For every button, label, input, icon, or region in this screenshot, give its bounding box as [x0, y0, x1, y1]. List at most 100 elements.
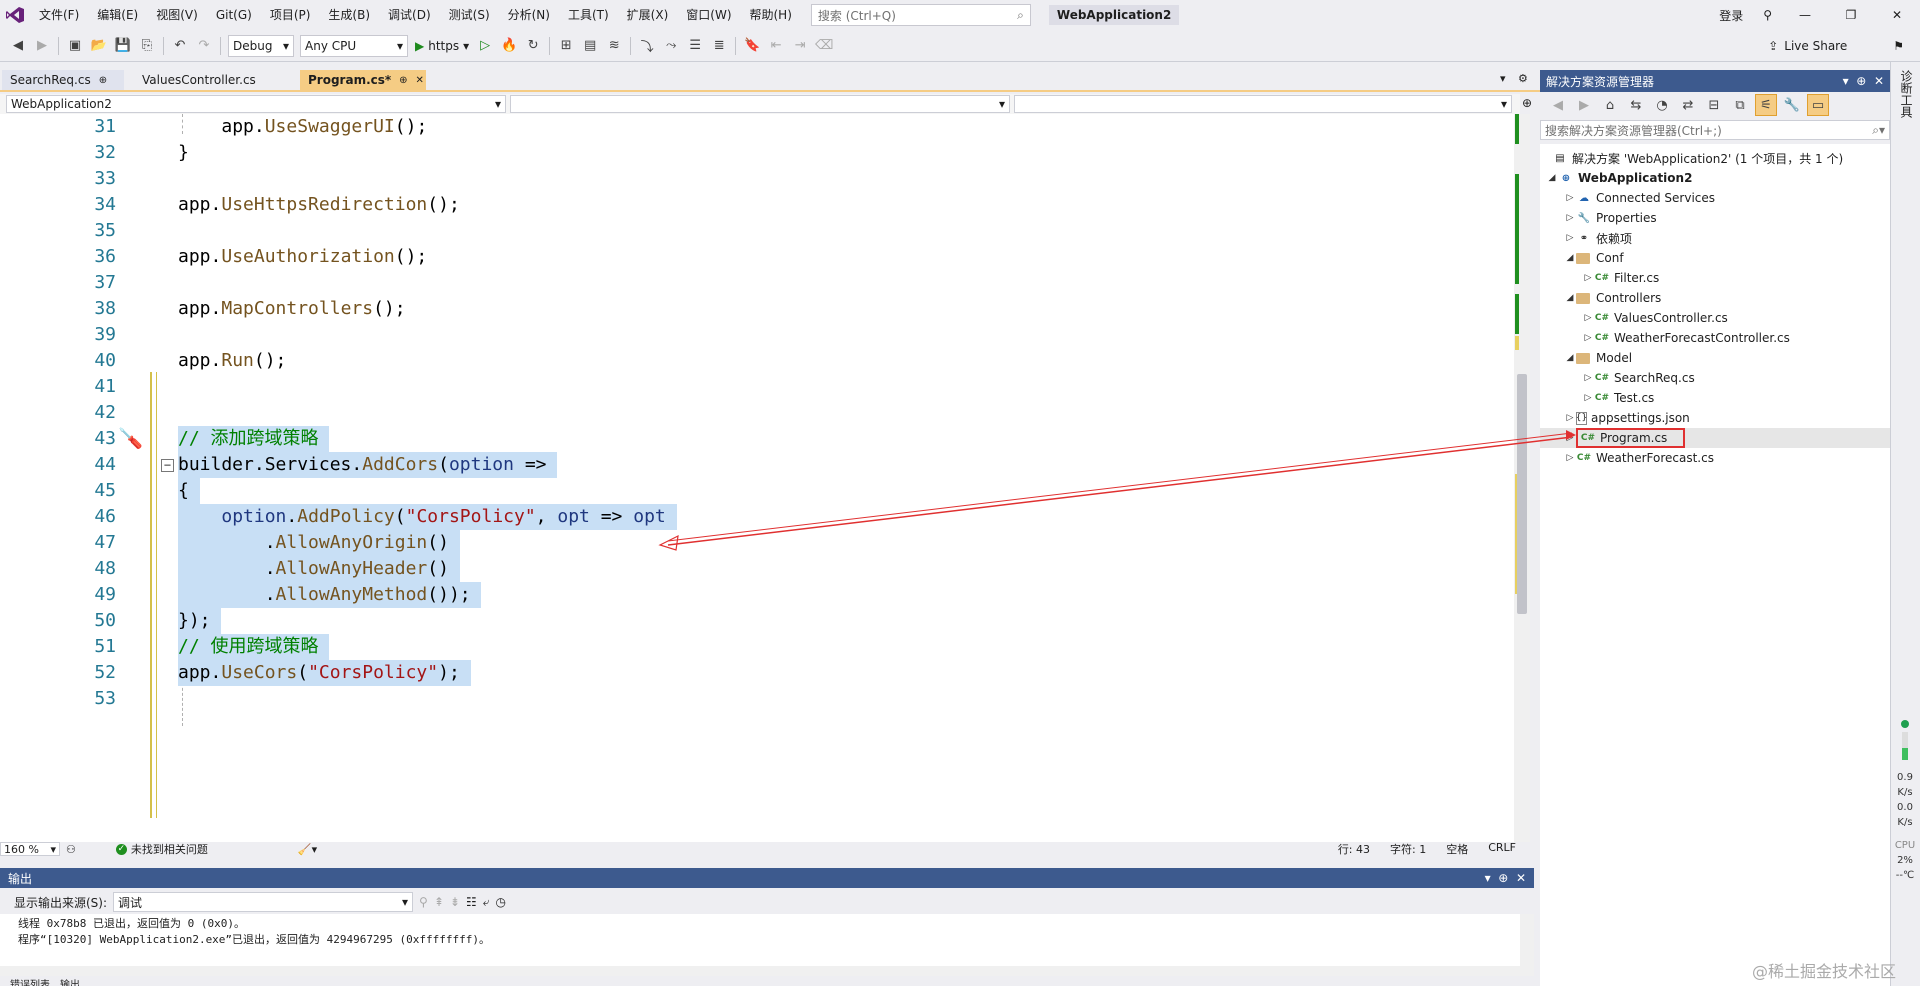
scrollbar-thumb[interactable] [1517, 374, 1527, 614]
clear-bookmarks-icon[interactable]: ⌫ [813, 35, 835, 57]
bookmark-icon[interactable]: 🔖 [741, 35, 763, 57]
chevron-down-icon[interactable]: ▾ [1843, 74, 1849, 88]
start-debug-button[interactable]: ▶ https ▾ [415, 39, 469, 53]
config-dropdown[interactable]: Debug ▾ [228, 34, 294, 57]
tree-node-conf[interactable]: ◢ Conf [1540, 248, 1890, 268]
menu-debug[interactable]: 调试(D) [379, 0, 440, 30]
tab-error-list[interactable]: 错误列表 [10, 976, 50, 986]
collapsed-arrow-icon[interactable]: ▷ [1582, 313, 1594, 323]
collapsed-arrow-icon[interactable]: ▷ [1564, 413, 1576, 423]
pin-icon[interactable]: ⊕ [399, 75, 407, 86]
tree-node-properties[interactable]: ▷ 🔧 Properties [1540, 208, 1890, 228]
collapse-all-icon[interactable]: ⊟ [1703, 94, 1725, 116]
global-search-input[interactable]: 搜索 (Ctrl+Q) ⌕ [810, 4, 1031, 26]
refresh-icon[interactable]: ↻ [522, 35, 544, 57]
menu-help[interactable]: 帮助(H) [741, 0, 801, 30]
browser-link-icon[interactable]: ⊞ [555, 35, 577, 57]
minimize-icon[interactable]: — [1782, 8, 1828, 22]
tree-node-controllers[interactable]: ◢ Controllers [1540, 288, 1890, 308]
zoom-dropdown[interactable]: 160 % ▾ [0, 842, 60, 856]
comment-icon[interactable]: ☰ [684, 35, 706, 57]
output-vertical-scrollbar[interactable] [1520, 914, 1534, 966]
issues-indicator[interactable]: ✓ 未找到相关问题 [115, 841, 208, 857]
clear-all-icon[interactable]: ☷ [466, 895, 477, 909]
menu-edit[interactable]: 编辑(E) [88, 0, 147, 30]
admin-icon[interactable]: ⚑ [1893, 39, 1904, 53]
undo-icon[interactable]: ↶ [169, 35, 191, 57]
expanded-arrow-icon[interactable]: ◢ [1564, 293, 1576, 303]
prev-message-icon[interactable]: ⇞ [434, 895, 444, 909]
project-dropdown[interactable]: WebApplication2 ▾ [6, 95, 506, 113]
collapsed-arrow-icon[interactable]: ▷ [1564, 193, 1576, 203]
code-cleanup-icon[interactable]: 🧹▾ [298, 843, 317, 856]
collapsed-arrow-icon[interactable]: ▷ [1582, 333, 1594, 343]
redo-icon[interactable]: ↷ [193, 35, 215, 57]
layout-icon[interactable]: ▤ [579, 35, 601, 57]
close-icon[interactable]: ✕ [1874, 74, 1884, 88]
switch-views-icon[interactable]: ⇆ [1625, 94, 1647, 116]
collapsed-arrow-icon[interactable]: ▷ [1564, 453, 1576, 463]
live-share-button[interactable]: ⇪ Live Share ⚑ [1768, 39, 1920, 53]
login-link[interactable]: 登录 [1709, 7, 1753, 24]
forward-icon[interactable]: ▶ [31, 35, 53, 57]
collapsed-arrow-icon[interactable]: ▷ [1582, 373, 1594, 383]
solution-explorer-search-input[interactable]: 搜索解决方案资源管理器(Ctrl+;) ⌕▾ [1540, 120, 1890, 140]
collapse-region-icon[interactable]: − [161, 459, 174, 472]
close-icon[interactable]: ✕ [1516, 871, 1526, 885]
tree-node-test[interactable]: ▷ C# Test.cs [1540, 388, 1890, 408]
editor-vertical-scrollbar[interactable] [1514, 114, 1530, 842]
hot-reload-icon[interactable]: 🔥 [498, 35, 520, 57]
find-message-icon[interactable]: ⚲ [419, 895, 428, 909]
tab-searchreq[interactable]: SearchReq.cs ⊕ [2, 70, 124, 90]
next-message-icon[interactable]: ⇟ [450, 895, 460, 909]
back-icon[interactable]: ◀ [7, 35, 29, 57]
settings-gear-icon[interactable]: ⚙ [1518, 72, 1528, 85]
step-into-icon[interactable]: ⤵ [636, 35, 658, 57]
close-window-icon[interactable]: ✕ [1874, 8, 1920, 22]
tab-valuescontroller[interactable]: ValuesController.cs [134, 70, 298, 90]
code-editor[interactable]: 31 app.UseSwaggerUI(); 32 } 33 34 app.Us… [0, 114, 1520, 842]
forward-icon[interactable]: ▶ [1573, 94, 1595, 116]
next-bookmark-icon[interactable]: ⇥ [789, 35, 811, 57]
expanded-arrow-icon[interactable]: ◢ [1564, 253, 1576, 263]
tree-node-weatherforecastcontroller[interactable]: ▷ C# WeatherForecastController.cs [1540, 328, 1890, 348]
menu-tools[interactable]: 工具(T) [559, 0, 618, 30]
tree-node-valuescontroller[interactable]: ▷ C# ValuesController.cs [1540, 308, 1890, 328]
tree-node-filter[interactable]: ▷ C# Filter.cs [1540, 268, 1890, 288]
tree-node-solution[interactable]: ▤ 解决方案 'WebApplication2' (1 个项目，共 1 个) [1540, 148, 1890, 168]
member-dropdown[interactable]: ▾ [1014, 95, 1512, 113]
menu-view[interactable]: 视图(V) [147, 0, 207, 30]
platform-dropdown[interactable]: Any CPU ▾ [300, 34, 408, 57]
tree-node-program[interactable]: ▷ C# Program.cs [1540, 428, 1890, 448]
collapsed-arrow-icon[interactable]: ▷ [1564, 213, 1576, 223]
output-text-area[interactable]: 线程 0x78b8 已退出，返回值为 0 (0x0)。 程序“[10320] W… [0, 914, 1520, 966]
pin-icon[interactable]: ⊕ [1498, 871, 1508, 885]
whitespace-indicator[interactable]: 空格 [1446, 841, 1468, 857]
tree-node-connected-services[interactable]: ▷ ☁ Connected Services [1540, 188, 1890, 208]
type-dropdown[interactable]: ▾ [510, 95, 1010, 113]
tree-node-weatherforecast[interactable]: ▷ C# WeatherForecast.cs [1540, 448, 1890, 468]
collapsed-arrow-icon[interactable]: ▷ [1582, 273, 1594, 283]
intellicode-icon[interactable]: ⚇ [66, 843, 76, 856]
show-all-files-icon[interactable]: ⧉ [1729, 94, 1751, 116]
save-icon[interactable]: 💾 [112, 35, 134, 57]
menu-project[interactable]: 项目(P) [261, 0, 320, 30]
properties-wrench-icon[interactable]: 🔧 [1781, 94, 1803, 116]
output-horizontal-scrollbar[interactable] [0, 966, 1534, 976]
collapsed-arrow-icon[interactable]: ▷ [1564, 233, 1576, 243]
tree-view-icon[interactable]: ⚟ [1755, 94, 1777, 116]
pin-icon[interactable]: ⊕ [99, 75, 107, 86]
feedback-icon[interactable]: ⚲ [1753, 8, 1782, 22]
tree-node-appsettings[interactable]: ▷ {} appsettings.json [1540, 408, 1890, 428]
timestamp-icon[interactable]: ◷ [495, 895, 505, 909]
line-ending-indicator[interactable]: CRLF [1488, 841, 1516, 857]
home-icon[interactable]: ⌂ [1599, 94, 1621, 116]
word-wrap-icon[interactable]: ⤶ [483, 895, 490, 910]
back-icon[interactable]: ◀ [1547, 94, 1569, 116]
open-folder-icon[interactable]: 📂 [88, 35, 110, 57]
close-tab-icon[interactable]: ✕ [416, 75, 424, 86]
format-icon[interactable]: ≋ [603, 35, 625, 57]
menu-build[interactable]: 生成(B) [319, 0, 379, 30]
menu-git[interactable]: Git(G) [207, 0, 261, 30]
pin-icon[interactable]: ⊕ [1856, 74, 1866, 88]
